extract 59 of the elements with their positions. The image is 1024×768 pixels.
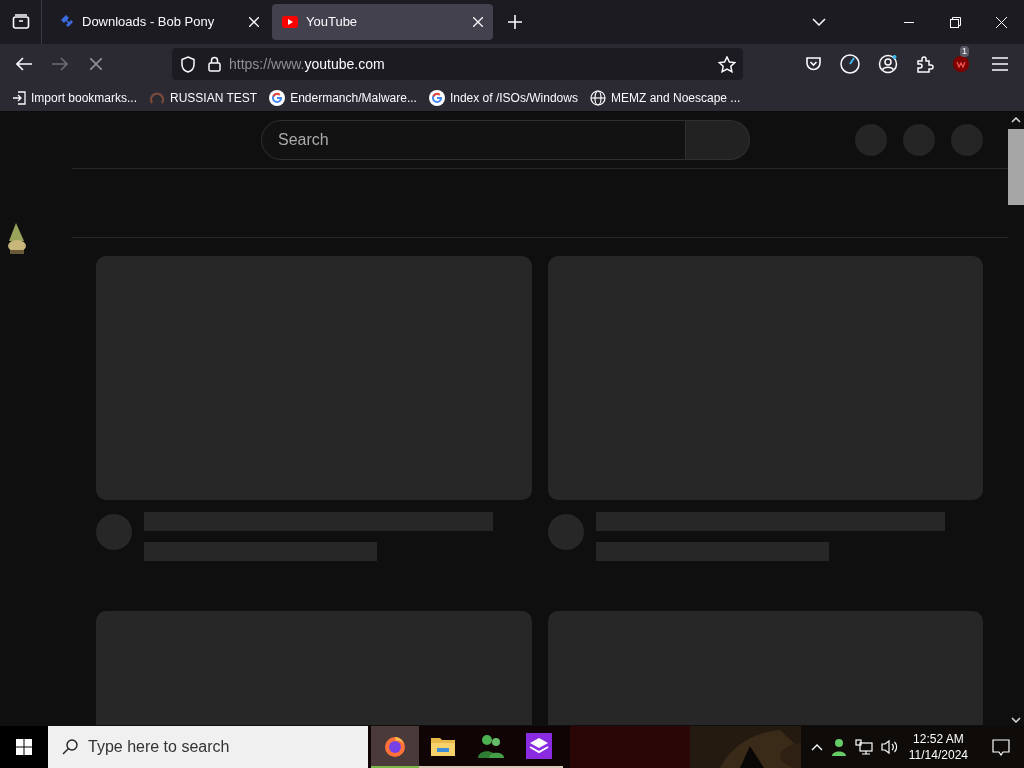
chevron-down-icon (812, 18, 826, 26)
shield-icon (180, 55, 196, 73)
firefox-icon (383, 734, 407, 758)
bookmark-star-icon[interactable] (718, 55, 736, 73)
puzzle-icon[interactable] (916, 55, 934, 73)
browser-tab[interactable]: Downloads - Bob Pony (48, 4, 269, 40)
tab-list-icon[interactable] (11, 14, 30, 30)
avatar-placeholder (96, 514, 132, 550)
scroll-up-icon[interactable] (1011, 116, 1021, 124)
scroll-down-icon[interactable] (1011, 716, 1021, 724)
bookmark-item[interactable]: Endermanch/Malware... (269, 88, 417, 107)
bookmark-item[interactable]: RUSSIAN TEST (149, 88, 258, 107)
google-icon (428, 89, 445, 106)
figure-icon (6, 223, 28, 255)
tab-title: Downloads - Bob Pony (82, 13, 216, 32)
clock-date: 11/14/2024 (908, 747, 968, 763)
forward-arrow-icon (52, 57, 68, 71)
bookmark-item[interactable]: MEMZ and Noescape ... (589, 88, 741, 107)
windows-icon (16, 739, 32, 755)
taskbar-search-field[interactable]: Type here to search (48, 726, 368, 768)
globe-icon (589, 89, 606, 106)
restore-icon (949, 16, 961, 28)
people-icon[interactable] (830, 738, 847, 756)
url-text: https://www.youtube.com (229, 54, 385, 74)
plus-icon (508, 15, 522, 29)
avatar-placeholder (548, 514, 584, 550)
network-icon[interactable] (854, 739, 873, 755)
account-icon[interactable] (878, 54, 898, 74)
lock-icon (208, 56, 221, 72)
speaker-icon[interactable] (880, 739, 899, 755)
play-icon (282, 16, 298, 28)
stop-icon (90, 58, 102, 70)
close-tab-icon[interactable] (473, 17, 483, 27)
browser-tab[interactable]: YouTube (272, 4, 493, 40)
back-arrow-icon (16, 57, 32, 71)
clock-time: 12:52 AM (913, 731, 964, 747)
google-icon (269, 89, 286, 106)
extension-button[interactable]: 1 (952, 46, 974, 76)
box-icon (526, 733, 552, 759)
start-button[interactable] (0, 726, 48, 768)
folder-icon (431, 736, 455, 756)
scrollbar-thumb[interactable] (1008, 129, 1024, 205)
menu-icon[interactable] (992, 57, 1008, 71)
chevron-up-icon[interactable] (810, 743, 823, 751)
close-tab-icon[interactable] (249, 17, 259, 27)
bookmark-item[interactable]: Import bookmarks... (12, 88, 138, 107)
search-icon (62, 739, 78, 755)
badge-count: 1 (960, 46, 969, 57)
close-icon (995, 16, 1007, 28)
address-bar[interactable]: https://www.youtube.com (172, 48, 743, 80)
people-icon (478, 734, 504, 758)
pocket-icon[interactable] (805, 56, 822, 72)
search-field[interactable]: Search (261, 120, 686, 160)
import-icon (12, 90, 26, 105)
gauge-icon[interactable] (840, 54, 860, 74)
minimize-icon (904, 21, 914, 23)
notification-icon[interactable] (992, 738, 1010, 756)
tab-title: YouTube (306, 13, 359, 32)
bookmark-item[interactable]: Index of /ISOs/Windows (428, 88, 578, 107)
